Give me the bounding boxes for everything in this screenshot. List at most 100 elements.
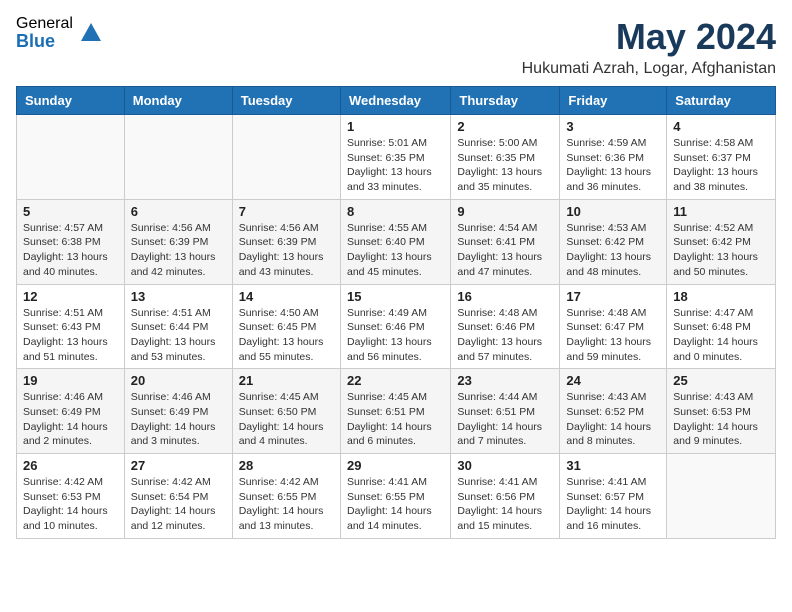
day-info: Sunrise: 4:41 AM Sunset: 6:57 PM Dayligh… xyxy=(566,475,660,534)
day-info: Sunrise: 4:46 AM Sunset: 6:49 PM Dayligh… xyxy=(131,390,226,449)
calendar-cell: 13Sunrise: 4:51 AM Sunset: 6:44 PM Dayli… xyxy=(124,284,232,369)
day-info: Sunrise: 4:51 AM Sunset: 6:43 PM Dayligh… xyxy=(23,306,118,365)
day-info: Sunrise: 4:45 AM Sunset: 6:51 PM Dayligh… xyxy=(347,390,444,449)
calendar-cell: 26 Sunrise: 4:42 AM Sunset: 6:53 PM Dayli… xyxy=(17,454,125,539)
calendar-cell: 6 Sunrise: 4:56 AM Sunset: 6:39 PM Daylig… xyxy=(124,199,232,284)
calendar-week-row: 19 Sunrise: 4:46 AM Sunset: 6:49 PM Dayli… xyxy=(17,369,776,454)
calendar-cell: 16Sunrise: 4:48 AM Sunset: 6:46 PM Dayli… xyxy=(451,284,560,369)
day-info: Sunrise: 4:46 AM Sunset: 6:49 PM Dayligh… xyxy=(23,390,118,449)
day-info: Sunrise: 5:00 AM Sunset: 6:35 PM Dayligh… xyxy=(457,136,553,195)
day-number: 18 xyxy=(673,289,769,304)
calendar-cell: 30 Sunrise: 4:41 AM Sunset: 6:56 PM Dayli… xyxy=(451,454,560,539)
location-title: Hukumati Azrah, Logar, Afghanistan xyxy=(522,60,776,78)
day-number: 2 xyxy=(457,119,553,134)
day-number: 30 xyxy=(457,458,553,473)
day-info: Sunrise: 4:41 AM Sunset: 6:55 PM Dayligh… xyxy=(347,475,444,534)
calendar-cell: 22Sunrise: 4:45 AM Sunset: 6:51 PM Dayli… xyxy=(340,369,450,454)
calendar-cell: 25 Sunrise: 4:43 AM Sunset: 6:53 PM Dayli… xyxy=(667,369,776,454)
calendar-cell: 24 Sunrise: 4:43 AM Sunset: 6:52 PM Dayli… xyxy=(560,369,667,454)
day-number: 7 xyxy=(239,204,334,219)
day-number: 6 xyxy=(131,204,226,219)
calendar-cell: 23 Sunrise: 4:44 AM Sunset: 6:51 PM Dayli… xyxy=(451,369,560,454)
day-info: Sunrise: 4:56 AM Sunset: 6:39 PM Dayligh… xyxy=(131,221,226,280)
calendar-week-row: 26 Sunrise: 4:42 AM Sunset: 6:53 PM Dayli… xyxy=(17,454,776,539)
calendar-cell: 10 Sunrise: 4:53 AM Sunset: 6:42 PM Dayli… xyxy=(560,199,667,284)
calendar-cell: 27 Sunrise: 4:42 AM Sunset: 6:54 PM Dayli… xyxy=(124,454,232,539)
calendar-week-row: 1 Sunrise: 5:01 AM Sunset: 6:35 PM Daylig… xyxy=(17,115,776,200)
logo: General Blue xyxy=(16,16,105,50)
day-number: 31 xyxy=(566,458,660,473)
calendar-cell: 12 Sunrise: 4:51 AM Sunset: 6:43 PM Dayli… xyxy=(17,284,125,369)
day-info: Sunrise: 4:44 AM Sunset: 6:51 PM Dayligh… xyxy=(457,390,553,449)
calendar-cell: 29 Sunrise: 4:41 AM Sunset: 6:55 PM Dayli… xyxy=(340,454,450,539)
day-info: Sunrise: 4:42 AM Sunset: 6:55 PM Dayligh… xyxy=(239,475,334,534)
day-info: Sunrise: 4:52 AM Sunset: 6:42 PM Dayligh… xyxy=(673,221,769,280)
logo-general: General xyxy=(16,16,73,32)
weekday-header: Tuesday xyxy=(232,87,340,115)
day-info: Sunrise: 4:51 AM Sunset: 6:44 PM Dayligh… xyxy=(131,306,226,365)
weekday-header: Wednesday xyxy=(340,87,450,115)
day-number: 27 xyxy=(131,458,226,473)
day-number: 19 xyxy=(23,373,118,388)
calendar-week-row: 5Sunrise: 4:57 AM Sunset: 6:38 PM Daylig… xyxy=(17,199,776,284)
calendar-cell: 4Sunrise: 4:58 AM Sunset: 6:37 PM Daylig… xyxy=(667,115,776,200)
day-number: 20 xyxy=(131,373,226,388)
calendar-week-row: 12 Sunrise: 4:51 AM Sunset: 6:43 PM Dayli… xyxy=(17,284,776,369)
calendar-cell: 20 Sunrise: 4:46 AM Sunset: 6:49 PM Dayli… xyxy=(124,369,232,454)
calendar-cell: 28Sunrise: 4:42 AM Sunset: 6:55 PM Dayli… xyxy=(232,454,340,539)
day-info: Sunrise: 4:53 AM Sunset: 6:42 PM Dayligh… xyxy=(566,221,660,280)
day-number: 1 xyxy=(347,119,444,134)
day-info: Sunrise: 4:42 AM Sunset: 6:54 PM Dayligh… xyxy=(131,475,226,534)
day-info: Sunrise: 4:43 AM Sunset: 6:52 PM Dayligh… xyxy=(566,390,660,449)
day-info: Sunrise: 4:41 AM Sunset: 6:56 PM Dayligh… xyxy=(457,475,553,534)
day-number: 12 xyxy=(23,289,118,304)
calendar-cell xyxy=(232,115,340,200)
day-info: Sunrise: 4:54 AM Sunset: 6:41 PM Dayligh… xyxy=(457,221,553,280)
calendar-table: SundayMondayTuesdayWednesdayThursdayFrid… xyxy=(16,86,776,539)
calendar-cell: 15Sunrise: 4:49 AM Sunset: 6:46 PM Dayli… xyxy=(340,284,450,369)
weekday-header: Saturday xyxy=(667,87,776,115)
day-info: Sunrise: 4:50 AM Sunset: 6:45 PM Dayligh… xyxy=(239,306,334,365)
calendar-cell: 11Sunrise: 4:52 AM Sunset: 6:42 PM Dayli… xyxy=(667,199,776,284)
day-info: Sunrise: 4:42 AM Sunset: 6:53 PM Dayligh… xyxy=(23,475,118,534)
day-number: 29 xyxy=(347,458,444,473)
weekday-header: Monday xyxy=(124,87,232,115)
day-number: 23 xyxy=(457,373,553,388)
day-info: Sunrise: 4:59 AM Sunset: 6:36 PM Dayligh… xyxy=(566,136,660,195)
day-info: Sunrise: 4:47 AM Sunset: 6:48 PM Dayligh… xyxy=(673,306,769,365)
day-number: 8 xyxy=(347,204,444,219)
calendar-cell: 17Sunrise: 4:48 AM Sunset: 6:47 PM Dayli… xyxy=(560,284,667,369)
day-number: 10 xyxy=(566,204,660,219)
weekday-header: Friday xyxy=(560,87,667,115)
day-info: Sunrise: 5:01 AM Sunset: 6:35 PM Dayligh… xyxy=(347,136,444,195)
day-number: 14 xyxy=(239,289,334,304)
day-number: 25 xyxy=(673,373,769,388)
day-info: Sunrise: 4:56 AM Sunset: 6:39 PM Dayligh… xyxy=(239,221,334,280)
calendar-cell: 3 Sunrise: 4:59 AM Sunset: 6:36 PM Daylig… xyxy=(560,115,667,200)
logo-icon xyxy=(77,19,105,47)
page-header: General Blue May 2024 Hukumati Azrah, Lo… xyxy=(16,16,776,78)
day-info: Sunrise: 4:48 AM Sunset: 6:46 PM Dayligh… xyxy=(457,306,553,365)
logo-blue: Blue xyxy=(16,32,73,50)
calendar-cell xyxy=(124,115,232,200)
calendar-cell xyxy=(17,115,125,200)
calendar-cell: 14 Sunrise: 4:50 AM Sunset: 6:45 PM Dayli… xyxy=(232,284,340,369)
calendar-cell: 7 Sunrise: 4:56 AM Sunset: 6:39 PM Daylig… xyxy=(232,199,340,284)
calendar-cell: 1 Sunrise: 5:01 AM Sunset: 6:35 PM Daylig… xyxy=(340,115,450,200)
title-section: May 2024 Hukumati Azrah, Logar, Afghanis… xyxy=(522,16,776,78)
logo-text: General Blue xyxy=(16,16,73,50)
day-info: Sunrise: 4:45 AM Sunset: 6:50 PM Dayligh… xyxy=(239,390,334,449)
day-number: 24 xyxy=(566,373,660,388)
day-number: 21 xyxy=(239,373,334,388)
day-info: Sunrise: 4:57 AM Sunset: 6:38 PM Dayligh… xyxy=(23,221,118,280)
day-info: Sunrise: 4:43 AM Sunset: 6:53 PM Dayligh… xyxy=(673,390,769,449)
day-number: 26 xyxy=(23,458,118,473)
day-number: 3 xyxy=(566,119,660,134)
day-number: 17 xyxy=(566,289,660,304)
day-info: Sunrise: 4:55 AM Sunset: 6:40 PM Dayligh… xyxy=(347,221,444,280)
calendar-cell: 18 Sunrise: 4:47 AM Sunset: 6:48 PM Dayli… xyxy=(667,284,776,369)
calendar-cell: 5Sunrise: 4:57 AM Sunset: 6:38 PM Daylig… xyxy=(17,199,125,284)
calendar-cell: 19 Sunrise: 4:46 AM Sunset: 6:49 PM Dayli… xyxy=(17,369,125,454)
day-number: 9 xyxy=(457,204,553,219)
weekday-header: Thursday xyxy=(451,87,560,115)
